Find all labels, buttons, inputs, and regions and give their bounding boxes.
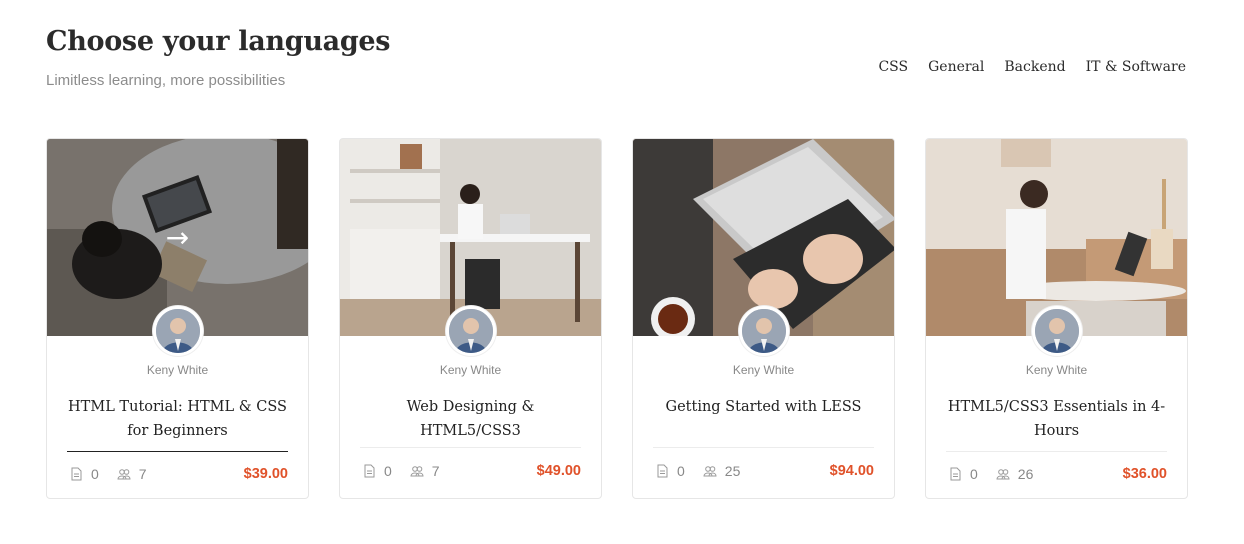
course-price: $36.00 [1122, 466, 1167, 482]
course-price: $39.00 [243, 466, 288, 482]
course-title[interactable]: Getting Started with LESS [653, 395, 874, 419]
author-name[interactable]: Keny White [926, 363, 1187, 377]
document-icon [364, 464, 375, 478]
section-title: Choose your languages [46, 26, 391, 57]
filter-it-software[interactable]: IT & Software [1086, 59, 1186, 75]
users-icon [117, 469, 131, 480]
course-card[interactable]: Keny White Getting Started with LESS 0 2… [632, 138, 895, 499]
course-meta: 0 26 $36.00 [948, 466, 1167, 482]
course-price: $94.00 [829, 463, 874, 479]
course-title[interactable]: Web Designing & HTML5/CSS3 [360, 395, 581, 443]
author-avatar[interactable] [1031, 306, 1082, 356]
document-icon [657, 464, 668, 478]
card-divider [67, 451, 288, 452]
card-divider [653, 447, 874, 448]
lesson-count: 0 [677, 463, 685, 479]
author-avatar[interactable] [152, 306, 203, 356]
course-meta: 0 25 $94.00 [655, 463, 874, 479]
arrow-right-icon[interactable]: → [166, 221, 189, 254]
student-count: 25 [724, 463, 741, 479]
author-avatar[interactable] [445, 306, 496, 356]
card-divider [946, 451, 1167, 452]
section-header: Choose your languages Limitless learning… [46, 26, 391, 89]
course-title[interactable]: HTML Tutorial: HTML & CSS for Beginners [67, 395, 288, 443]
author-name[interactable]: Keny White [633, 363, 894, 377]
course-card[interactable]: → Keny White HTML Tutorial: HTML & CSS f… [46, 138, 309, 499]
course-card[interactable]: Keny White HTML5/CSS3 Essentials in 4-Ho… [925, 138, 1188, 499]
users-icon [703, 466, 717, 477]
course-title[interactable]: HTML5/CSS3 Essentials in 4-Hours [946, 395, 1167, 443]
student-count: 26 [1017, 466, 1034, 482]
document-icon [950, 467, 961, 481]
course-meta: 0 7 $39.00 [69, 466, 288, 482]
lesson-count: 0 [91, 466, 99, 482]
users-icon [996, 469, 1010, 480]
student-count: 7 [431, 463, 440, 479]
course-card[interactable]: Keny White Web Designing & HTML5/CSS3 0 … [339, 138, 602, 499]
author-avatar[interactable] [738, 306, 789, 356]
author-name[interactable]: Keny White [47, 363, 308, 377]
course-price: $49.00 [536, 463, 581, 479]
filter-css[interactable]: CSS [878, 59, 908, 75]
lesson-count: 0 [384, 463, 392, 479]
users-icon [410, 466, 424, 477]
document-icon [71, 467, 82, 481]
lesson-count: 0 [970, 466, 978, 482]
author-name[interactable]: Keny White [340, 363, 601, 377]
course-meta: 0 7 $49.00 [362, 463, 581, 479]
card-divider [360, 447, 581, 448]
filter-backend[interactable]: Backend [1004, 59, 1065, 75]
student-count: 7 [138, 466, 147, 482]
course-card-list: → Keny White HTML Tutorial: HTML & CSS f… [46, 138, 1188, 499]
category-filters: CSS General Backend IT & Software [878, 59, 1186, 75]
filter-general[interactable]: General [928, 59, 984, 75]
section-subtitle: Limitless learning, more possibilities [46, 72, 286, 89]
